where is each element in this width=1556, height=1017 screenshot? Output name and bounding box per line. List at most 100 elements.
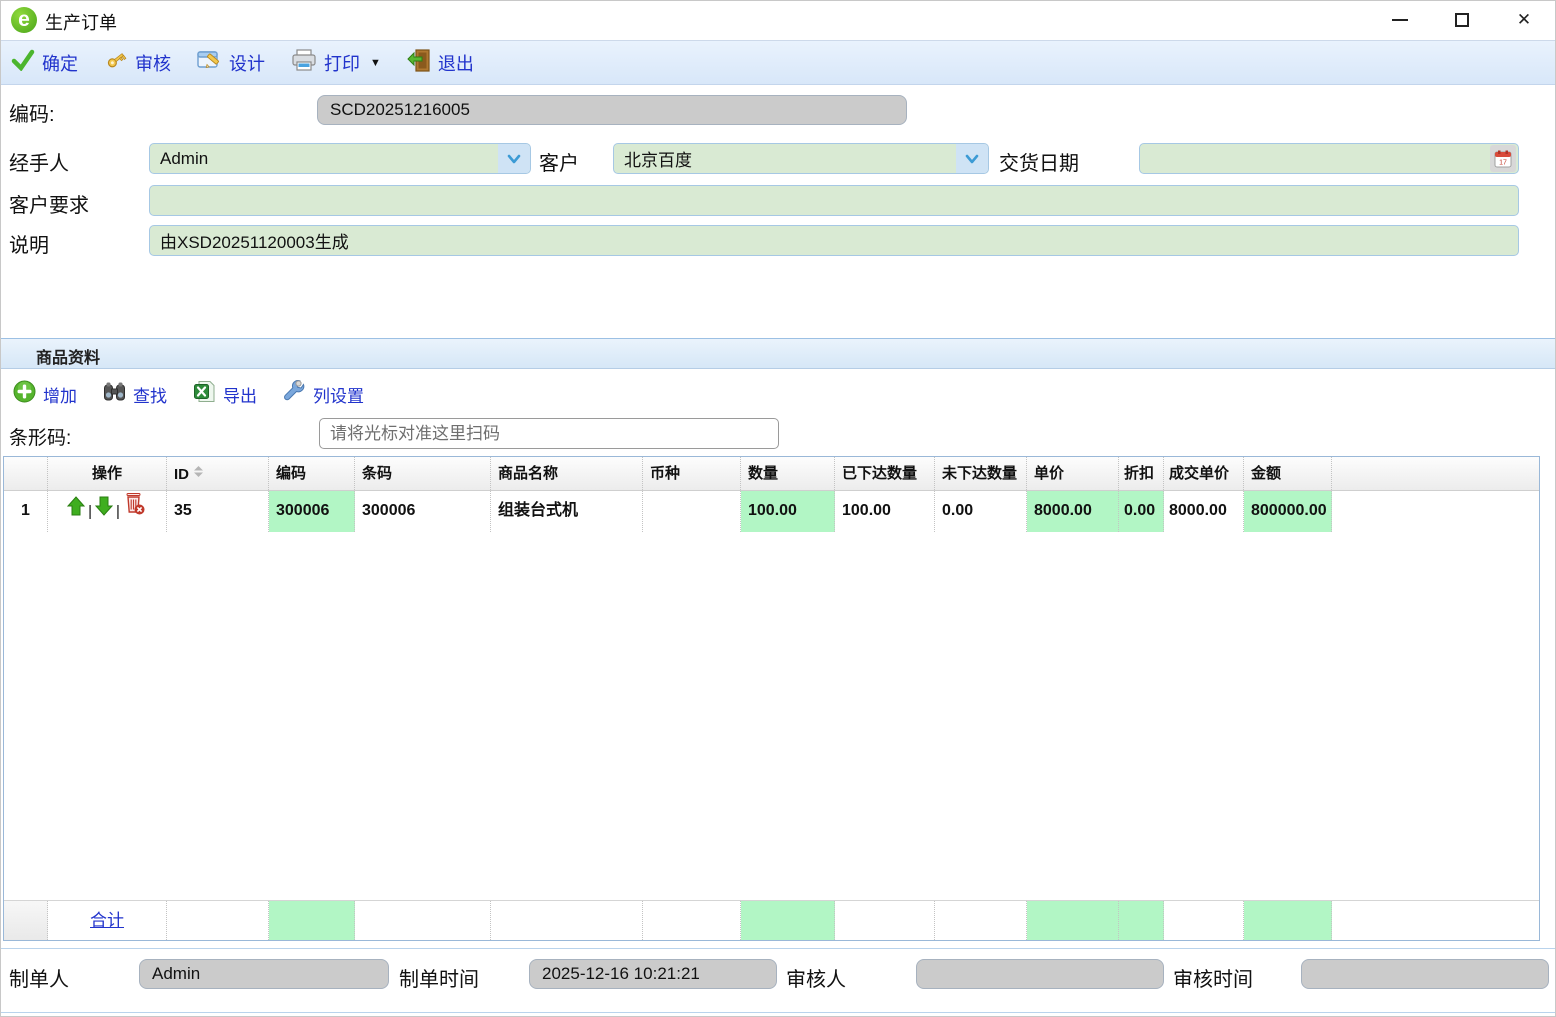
cell-amount[interactable]: 800000.00	[1244, 491, 1332, 532]
table-header-row: 操作 ID 编码 条码 商品名称 币种 数量 已下达数量 未下达数量 单价 折扣…	[4, 457, 1539, 491]
export-button[interactable]: 导出	[193, 380, 257, 408]
table-empty-area	[4, 532, 1539, 900]
total-discount-cell	[1119, 901, 1164, 940]
chevron-down-icon	[498, 144, 530, 173]
customer-req-label: 客户要求	[9, 189, 89, 218]
add-row-button[interactable]: 增加	[13, 380, 77, 408]
note-label: 说明	[9, 229, 49, 258]
total-amount-cell	[1244, 901, 1332, 940]
cell-unit-price[interactable]: 8000.00	[1027, 491, 1119, 532]
header-discount[interactable]: 折扣	[1119, 457, 1164, 490]
cell-barcode[interactable]: 300006	[355, 491, 491, 532]
customer-select[interactable]: 北京百度	[613, 143, 989, 174]
header-deal-price[interactable]: 成交单价	[1164, 457, 1244, 490]
app-logo-icon: e	[11, 7, 37, 33]
bottom-divider	[1, 1012, 1555, 1013]
minimize-icon	[1392, 19, 1408, 21]
column-settings-button[interactable]: 列设置	[283, 380, 364, 408]
header-operation: 操作	[48, 457, 167, 490]
header-id[interactable]: ID	[167, 457, 269, 490]
customer-req-field[interactable]	[149, 185, 1519, 216]
barcode-scan-input[interactable]	[319, 418, 779, 449]
delete-row-icon[interactable]	[123, 492, 147, 532]
handler-select[interactable]: Admin	[149, 143, 531, 174]
header-issued-qty[interactable]: 已下达数量	[835, 457, 935, 490]
close-button[interactable]: ✕	[1493, 1, 1555, 39]
header-product-name[interactable]: 商品名称	[491, 457, 643, 490]
total-code-cell	[269, 901, 355, 940]
header-unit-price[interactable]: 单价	[1027, 457, 1119, 490]
table-row[interactable]: 1 | | 35 300006 300006 组装台式机 100.00 100.…	[4, 491, 1539, 532]
create-time-field[interactable]	[529, 959, 777, 989]
products-table: 操作 ID 编码 条码 商品名称 币种 数量 已下达数量 未下达数量 单价 折扣…	[3, 456, 1540, 941]
cell-issued-qty[interactable]: 100.00	[835, 491, 935, 532]
audit-time-label: 审核时间	[1173, 963, 1253, 992]
chevron-down-icon	[956, 144, 988, 173]
delivery-date-label: 交货日期	[999, 147, 1079, 176]
code-field[interactable]	[317, 95, 907, 125]
cell-quantity[interactable]: 100.00	[741, 491, 835, 532]
total-price-cell	[1027, 901, 1119, 940]
note-field[interactable]	[149, 225, 1519, 256]
creator-label: 制单人	[9, 963, 69, 992]
excel-export-icon	[193, 380, 216, 408]
header-amount[interactable]: 金额	[1244, 457, 1332, 490]
audit-button[interactable]: 审核	[104, 49, 171, 76]
cell-unissued-qty[interactable]: 0.00	[935, 491, 1027, 532]
barcode-label: 条形码:	[9, 423, 71, 450]
print-dropdown-caret[interactable]: ▼	[370, 57, 381, 69]
cell-discount[interactable]: 0.00	[1119, 491, 1164, 532]
production-order-window: e 生产订单 ✕ 确定 审核 设计	[0, 0, 1556, 1017]
header-quantity[interactable]: 数量	[741, 457, 835, 490]
move-up-icon[interactable]	[67, 492, 85, 532]
calendar-icon[interactable]: 17	[1490, 145, 1516, 172]
row-number: 1	[4, 491, 48, 532]
header-code[interactable]: 编码	[269, 457, 355, 490]
cell-currency[interactable]	[643, 491, 741, 532]
cell-code[interactable]: 300006	[269, 491, 355, 532]
products-section-header: 商品资料	[1, 338, 1555, 369]
printer-icon	[291, 49, 317, 77]
products-toolbar: 增加 查找 导出 列设置	[1, 375, 1555, 413]
move-down-icon[interactable]	[95, 492, 113, 532]
close-icon: ✕	[1517, 10, 1531, 30]
creator-field[interactable]	[139, 959, 389, 989]
cell-id[interactable]: 35	[167, 491, 269, 532]
design-icon	[197, 49, 222, 76]
maximize-button[interactable]	[1431, 1, 1493, 39]
print-button[interactable]: 打印	[291, 49, 360, 77]
design-button[interactable]: 设计	[197, 49, 265, 76]
confirm-button[interactable]: 确定	[11, 49, 78, 76]
header-unissued-qty[interactable]: 未下达数量	[935, 457, 1027, 490]
titlebar: e 生产订单 ✕	[1, 1, 1555, 39]
cell-filler	[1332, 491, 1539, 532]
find-button[interactable]: 查找	[103, 381, 167, 408]
header-filler	[1332, 457, 1539, 490]
check-icon	[11, 49, 35, 76]
code-label: 编码:	[9, 98, 55, 127]
total-qty-cell	[741, 901, 835, 940]
total-link[interactable]: 合计	[90, 911, 124, 930]
auditor-label: 审核人	[786, 963, 846, 992]
sort-icon[interactable]	[193, 457, 204, 490]
exit-button[interactable]: 退出	[407, 49, 474, 77]
total-cell: 合计	[48, 901, 167, 940]
wrench-icon	[283, 380, 306, 408]
svg-text:17: 17	[1499, 159, 1507, 166]
footer-bar: 制单人 制单时间 审核人 审核时间	[1, 949, 1555, 1011]
customer-label: 客户	[539, 147, 579, 176]
row-operations: | |	[48, 491, 167, 532]
header-barcode[interactable]: 条码	[355, 457, 491, 490]
minimize-button[interactable]	[1369, 1, 1431, 39]
create-time-label: 制单时间	[399, 963, 479, 992]
table-total-row: 合计	[4, 900, 1539, 940]
add-icon	[13, 380, 36, 408]
products-section-title: 商品资料	[36, 344, 100, 368]
auditor-field[interactable]	[916, 959, 1164, 989]
cell-deal-price[interactable]: 8000.00	[1164, 491, 1244, 532]
delivery-date-field[interactable]: 17	[1139, 143, 1519, 174]
audit-time-field[interactable]	[1301, 959, 1549, 989]
key-icon	[104, 49, 128, 76]
cell-product-name[interactable]: 组装台式机	[491, 491, 643, 532]
header-currency[interactable]: 币种	[643, 457, 741, 490]
